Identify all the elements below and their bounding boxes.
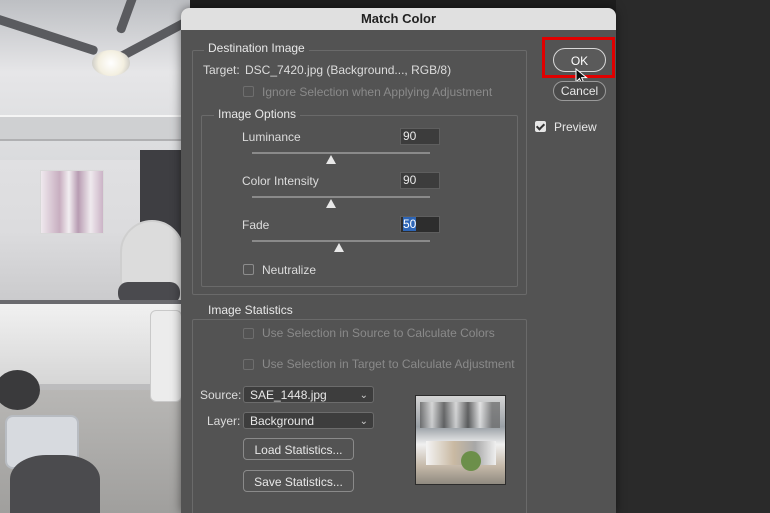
thumbnail-plant [461, 451, 481, 471]
color-intensity-slider-thumb[interactable] [326, 199, 336, 208]
neutralize-label: Neutralize [262, 263, 317, 277]
neutralize-checkbox[interactable] [243, 264, 254, 275]
layer-label: Layer: [207, 414, 241, 428]
fade-label: Fade [242, 218, 270, 232]
source-image-thumbnail [415, 395, 506, 485]
target-label: Target: [203, 63, 240, 77]
use-source-selection-checkbox[interactable] [243, 328, 254, 339]
target-value: DSC_7420.jpg (Background..., RGB/8) [245, 63, 452, 77]
photo-painting [40, 170, 104, 234]
ignore-selection-label: Ignore Selection when Applying Adjustmen… [262, 85, 493, 99]
source-select[interactable]: SAE_1448.jpg ⌄ [243, 386, 374, 403]
destination-image-title: Destination Image [204, 41, 309, 55]
fade-value: 50 [403, 217, 417, 231]
ignore-selection-checkbox[interactable] [243, 86, 254, 97]
preview-label: Preview [554, 120, 597, 134]
preview-checkbox[interactable] [535, 121, 546, 132]
image-options-title: Image Options [214, 107, 301, 121]
chevron-down-icon: ⌄ [359, 416, 368, 427]
fade-input[interactable]: 50 [400, 216, 440, 233]
luminance-label: Luminance [242, 130, 301, 144]
photo-fan-light [92, 50, 130, 76]
photo-stool [10, 455, 100, 513]
luminance-input[interactable]: 90 [400, 128, 440, 145]
cancel-button[interactable]: Cancel [553, 81, 606, 101]
use-source-selection-label: Use Selection in Source to Calculate Col… [262, 326, 495, 340]
color-intensity-label: Color Intensity [242, 174, 319, 188]
source-select-value: SAE_1448.jpg [250, 388, 327, 402]
side-panel [616, 0, 770, 513]
luminance-slider-track[interactable] [252, 152, 430, 154]
fade-slider-track[interactable] [252, 240, 430, 242]
image-statistics-title: Image Statistics [204, 303, 297, 317]
save-statistics-button[interactable]: Save Statistics... [243, 470, 354, 492]
use-target-selection-label: Use Selection in Target to Calculate Adj… [262, 357, 515, 371]
use-target-selection-checkbox[interactable] [243, 359, 254, 370]
chevron-down-icon: ⌄ [359, 390, 368, 401]
photo-ceiling-trim [0, 115, 190, 141]
match-color-dialog: Match Color Destination Image Target: DS… [181, 8, 616, 513]
fade-slider-thumb[interactable] [334, 243, 344, 252]
source-label: Source: [200, 388, 242, 402]
layer-select[interactable]: Background ⌄ [243, 412, 374, 429]
dialog-title: Match Color [181, 8, 616, 30]
load-statistics-button[interactable]: Load Statistics... [243, 438, 354, 460]
color-intensity-input[interactable]: 90 [400, 172, 440, 189]
layer-select-value: Background [250, 414, 315, 428]
luminance-slider-thumb[interactable] [326, 155, 336, 164]
photo-bed-post [150, 310, 182, 402]
background-photo [0, 0, 190, 513]
color-intensity-slider-track[interactable] [252, 196, 430, 198]
thumbnail-railing [420, 402, 500, 428]
